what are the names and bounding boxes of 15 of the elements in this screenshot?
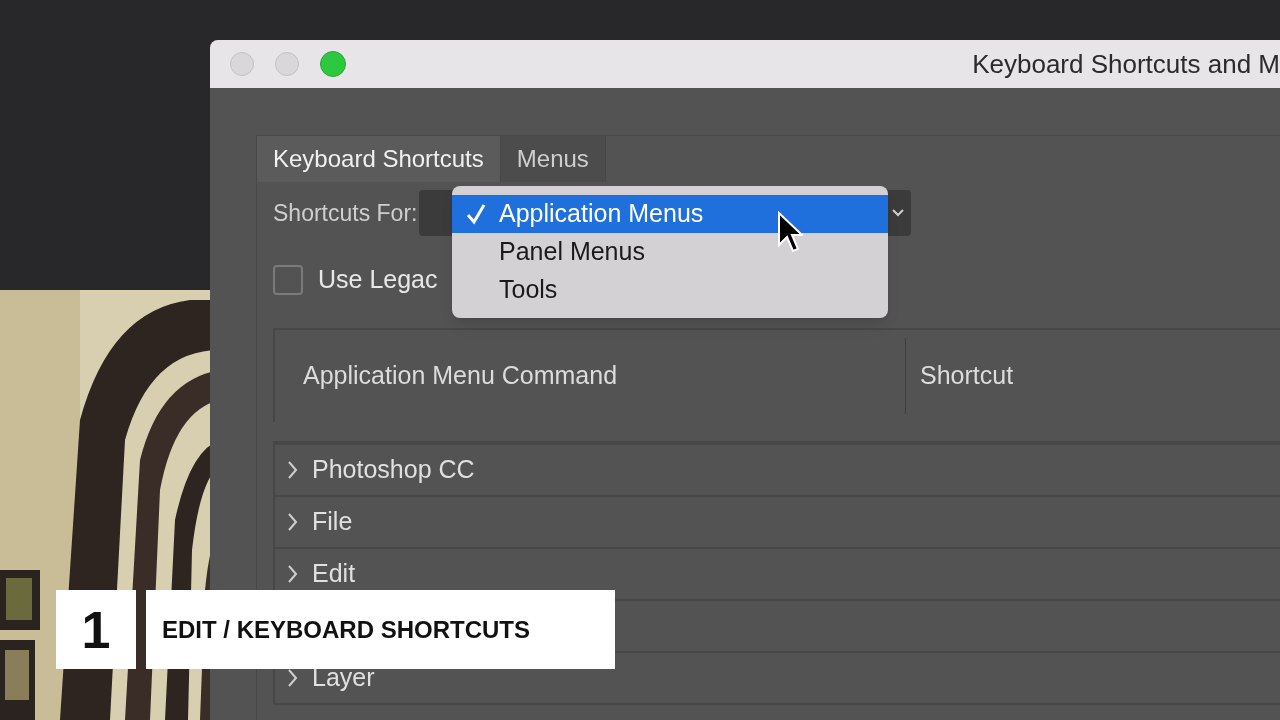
column-header: Application Menu Command [302, 360, 619, 392]
caption-banner: EDIT / KEYBOARD SHORTCUTS [146, 590, 615, 669]
shortcuts-for-label: Shortcuts For: [273, 198, 418, 228]
column-header: Shortcut [905, 338, 1014, 414]
menu-item[interactable]: Tools [452, 271, 888, 309]
tab[interactable]: Keyboard Shortcuts [257, 136, 501, 182]
step-number: 1 [56, 590, 136, 669]
checkbox-label: Use Legac [318, 264, 438, 296]
window-title: Keyboard Shortcuts and M [972, 47, 1280, 81]
menu-group-label: Photoshop CC [312, 454, 475, 486]
menu-item[interactable]: Application Menus [452, 195, 888, 233]
tab[interactable]: Menus [500, 136, 606, 182]
menu-group-label: File [312, 506, 353, 538]
menu-item[interactable]: Panel Menus [452, 233, 888, 271]
menu-group-label: Edit [312, 558, 356, 590]
